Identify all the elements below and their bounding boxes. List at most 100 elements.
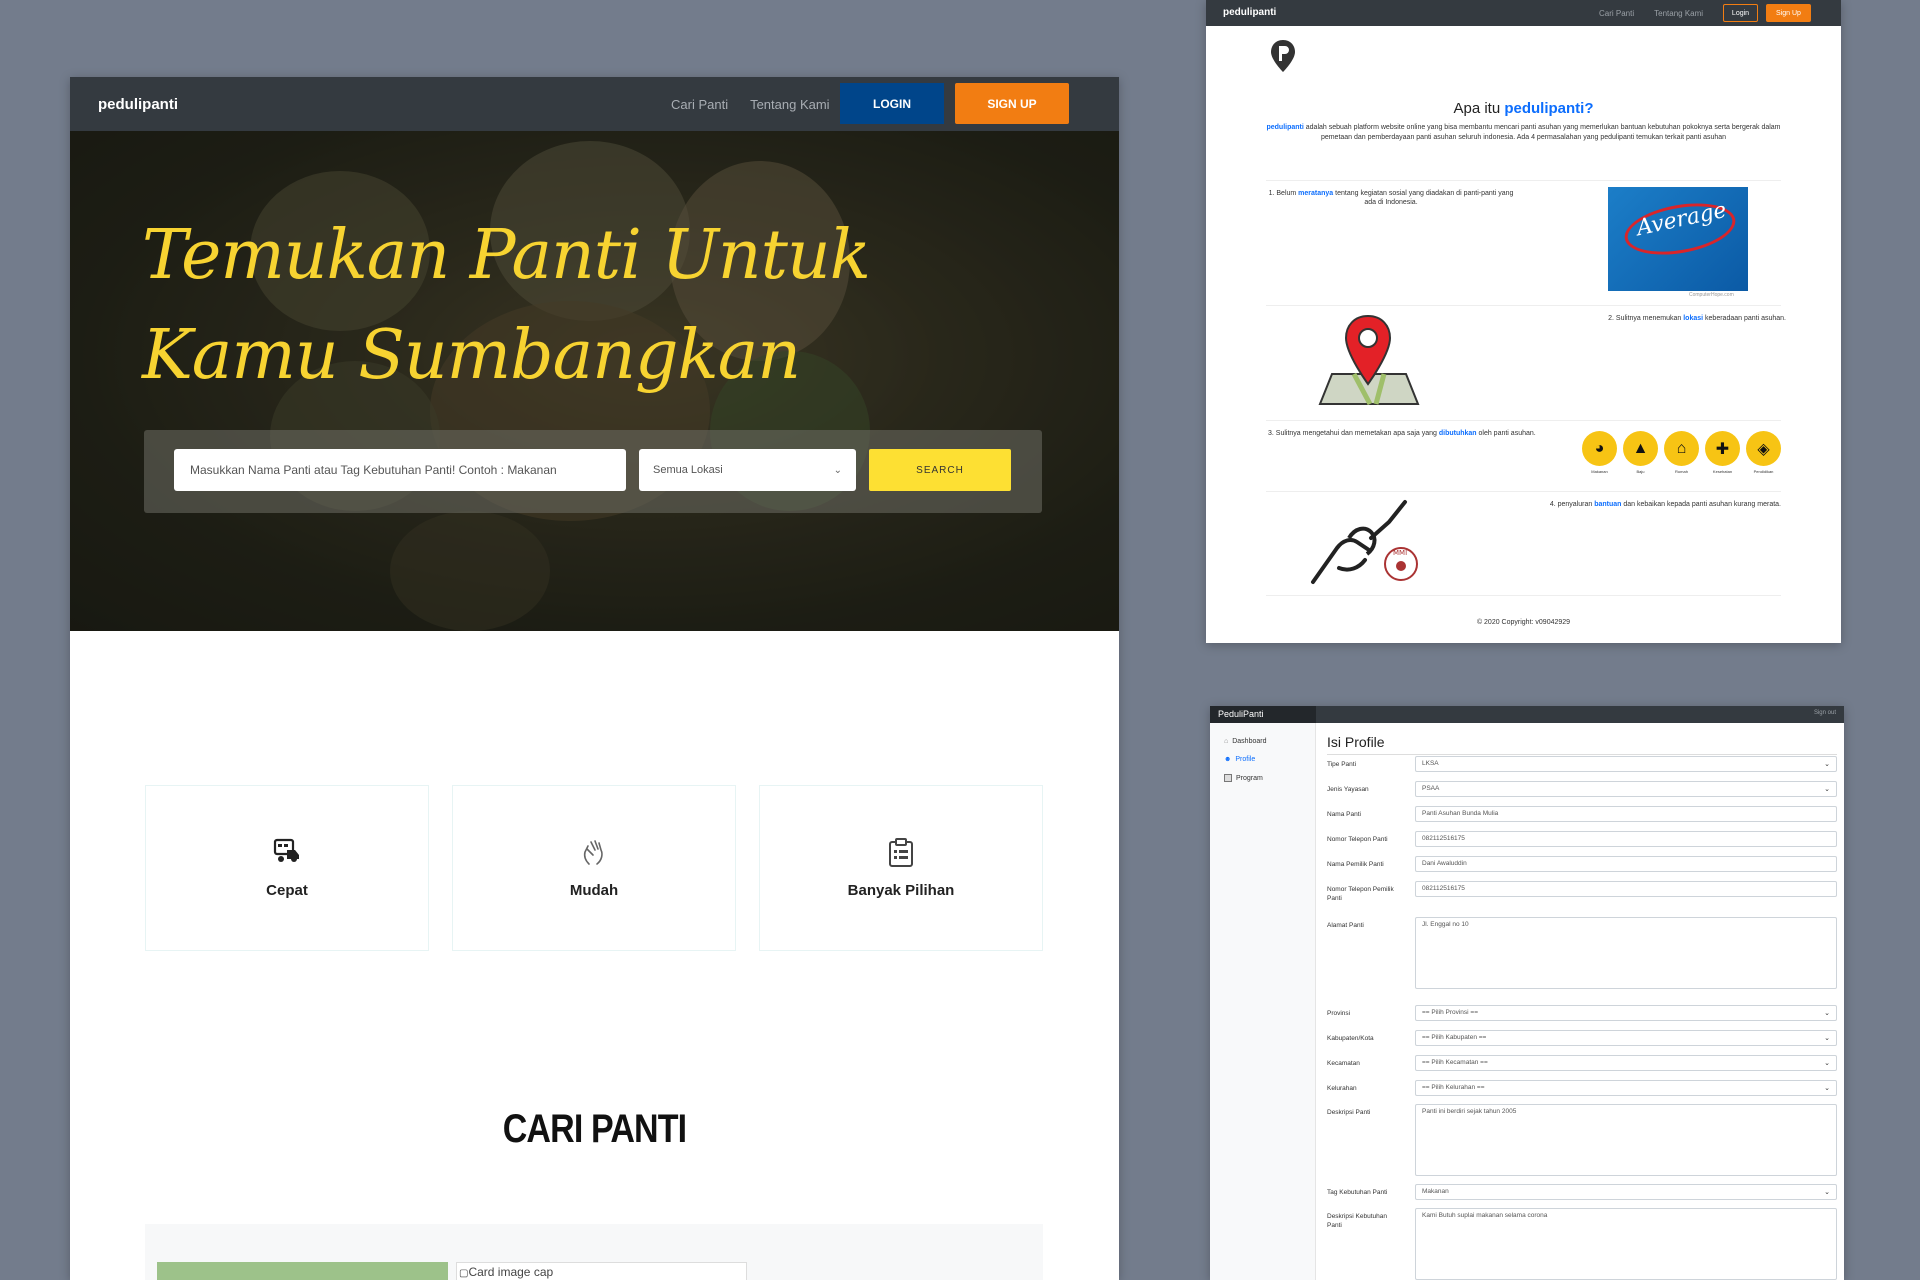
kecamatan-select[interactable]: == Pilih Kecamatan == ⌄ bbox=[1415, 1055, 1837, 1071]
search-button[interactable]: SEARCH bbox=[869, 449, 1011, 491]
problem-highlight: meratanya bbox=[1298, 190, 1334, 197]
landing-page-screenshot: pedulipanti Cari Panti Tentang Kami LOGI… bbox=[70, 77, 1119, 1280]
hero-title-line-1: Temukan Panti Untuk bbox=[142, 216, 871, 295]
nama-pemilik-panti-input[interactable]: Dani Awaluddin bbox=[1415, 856, 1837, 872]
sidebar-item-profile[interactable]: ☻ Profile bbox=[1224, 756, 1255, 763]
location-select[interactable]: Semua Lokasi ⌄ bbox=[639, 449, 856, 491]
nama-panti-input[interactable]: Panti Asuhan Bunda Mulia bbox=[1415, 806, 1837, 822]
problem-text: 2. Sulitnya menemukan bbox=[1608, 315, 1684, 322]
sidebar-item-label: Profile bbox=[1235, 756, 1256, 763]
navbar: PeduliPanti Sign out bbox=[1210, 706, 1844, 723]
deskripsi-panti-textarea[interactable]: Panti ini berdiri sejak tahun 2005 bbox=[1415, 1104, 1837, 1176]
medkit-icon: ✚ bbox=[1705, 431, 1740, 466]
problem-text: oleh panti asuhan. bbox=[1476, 430, 1536, 437]
nomor-telepon-pemilik-panti-input[interactable]: 082112516175 bbox=[1415, 881, 1837, 897]
field-value: Panti ini berdiri sejak tahun 2005 bbox=[1422, 1108, 1517, 1115]
problem-highlight: lokasi bbox=[1683, 315, 1704, 322]
navbar: pedulipanti Cari Panti Tentang Kami LOGI… bbox=[70, 77, 1119, 131]
sidebar-item-label: Program bbox=[1236, 774, 1263, 782]
tipe-panti-select[interactable]: LKSA ⌄ bbox=[1415, 756, 1837, 772]
field-label: Jenis Yayasan bbox=[1327, 786, 1369, 793]
about-title-brand: pedulipanti? bbox=[1504, 100, 1594, 117]
brand-logo[interactable]: pedulipanti bbox=[98, 96, 178, 113]
need-baju: ▲ Baju bbox=[1623, 431, 1658, 474]
login-button[interactable]: Login bbox=[1723, 4, 1758, 22]
field-label: Kecamatan bbox=[1327, 1060, 1360, 1067]
problem-text: 1. Belum bbox=[1268, 190, 1299, 197]
login-button[interactable]: LOGIN bbox=[840, 83, 944, 124]
house-icon: ⌂ bbox=[1664, 431, 1699, 466]
intro-brand: pedulipanti bbox=[1266, 124, 1304, 131]
problem-text: tentang kegiatan sosial yang diadakan di… bbox=[1333, 190, 1514, 206]
problem-text: keberadaan panti asuhan. bbox=[1703, 315, 1786, 322]
need-makanan: ◕ Makanan bbox=[1582, 431, 1617, 474]
sidebar: ⌂ Dashboard ☻ Profile Program bbox=[1210, 723, 1316, 1280]
problem-text: 3. Sulitnya mengetahui dan memetakan apa… bbox=[1268, 430, 1439, 437]
about-page-screenshot: pedulipanti Cari Panti Tentang Kami Logi… bbox=[1206, 0, 1841, 643]
nomor-telepon-panti-input[interactable]: 082112516175 bbox=[1415, 831, 1837, 847]
field-label: Nama Panti bbox=[1327, 811, 1361, 818]
section-title-cari-panti: CARI PANTI bbox=[502, 1107, 687, 1151]
need-pendidikan: ◈ Pendidikan bbox=[1746, 431, 1781, 474]
nav-link-tentang-kami[interactable]: Tentang Kami bbox=[1654, 9, 1703, 18]
jenis-yayasan-select[interactable]: PSAA ⌄ bbox=[1415, 781, 1837, 797]
page-title: Isi Profile bbox=[1327, 734, 1385, 750]
user-icon: ☻ bbox=[1224, 756, 1232, 763]
average-image: Average bbox=[1608, 187, 1748, 291]
nav-links: Cari Panti Tentang Kami bbox=[671, 77, 830, 131]
map-pin-logo-icon bbox=[1269, 38, 1297, 81]
hero-title-line-2: Kamu Sumbangkan bbox=[142, 316, 801, 395]
field-value: == Pilih Provinsi == bbox=[1422, 1009, 1479, 1016]
brand-logo[interactable]: PeduliPanti bbox=[1210, 706, 1316, 723]
panti-card-image-broken[interactable]: ▢Card image cap bbox=[456, 1262, 747, 1280]
map-location-icon bbox=[1314, 312, 1422, 415]
sidebar-item-program[interactable]: Program bbox=[1224, 774, 1263, 782]
sidebar-item-dashboard[interactable]: ⌂ Dashboard bbox=[1224, 738, 1266, 745]
search-input[interactable]: Masukkan Nama Panti atau Tag Kebutuhan P… bbox=[174, 449, 626, 491]
field-value: == Pilih Kecamatan == bbox=[1422, 1059, 1488, 1066]
field-label: Alamat Panti bbox=[1327, 922, 1364, 929]
about-title-prefix: Apa itu bbox=[1453, 100, 1505, 117]
handshake-icon: MMI bbox=[1309, 498, 1427, 593]
feature-card-mudah: Mudah bbox=[452, 785, 736, 951]
navbar: pedulipanti Cari Panti Tentang Kami Logi… bbox=[1206, 0, 1841, 26]
problem-item-2: 2. Sulitnya menemukan lokasi keberadaan … bbox=[1536, 314, 1786, 323]
alamat-panti-textarea[interactable]: Jl. Enggal no 10 bbox=[1415, 917, 1837, 989]
problem-item-4: 4. penyaluran bantuan dan kebaikan kepad… bbox=[1506, 500, 1781, 509]
sidebar-item-label: Dashboard bbox=[1232, 738, 1267, 745]
image-credit: ComputerHope.com bbox=[1689, 292, 1734, 298]
field-value: Kami Butuh suplai makanan selama corona bbox=[1422, 1212, 1548, 1219]
field-label: Tag Kebutuhan Panti bbox=[1327, 1189, 1388, 1196]
need-rumah: ⌂ Rumah bbox=[1664, 431, 1699, 474]
brand-logo[interactable]: pedulipanti bbox=[1223, 7, 1276, 18]
image-icon bbox=[1224, 774, 1232, 782]
problem-text: dan kebaikan kepada panti asuhan kurang … bbox=[1621, 501, 1781, 508]
feature-card-cepat: Cepat bbox=[145, 785, 429, 951]
nav-link-cari-panti[interactable]: Cari Panti bbox=[671, 97, 728, 112]
svg-text:MMI: MMI bbox=[1393, 549, 1407, 557]
bowl-icon: ◕ bbox=[1582, 431, 1617, 466]
signup-button[interactable]: SIGN UP bbox=[955, 83, 1069, 124]
profile-page-screenshot: PeduliPanti Sign out ⌂ Dashboard ☻ Profile… bbox=[1210, 706, 1844, 1280]
nav-link-tentang-kami[interactable]: Tentang Kami bbox=[750, 97, 830, 112]
about-intro: pedulipanti adalah sebuah platform websi… bbox=[1266, 123, 1781, 143]
kabupaten-kota-select[interactable]: == Pilih Kabupaten == ⌄ bbox=[1415, 1030, 1837, 1046]
signout-link[interactable]: Sign out bbox=[1814, 710, 1836, 716]
panti-card-image[interactable] bbox=[157, 1262, 448, 1280]
kelurahan-select[interactable]: == Pilih Kelurahan == ⌄ bbox=[1415, 1080, 1837, 1096]
tag-kebutuhan-panti-select[interactable]: Makanan ⌄ bbox=[1415, 1184, 1837, 1200]
signup-button[interactable]: Sign Up bbox=[1766, 4, 1811, 22]
field-value: == Pilih Kabupaten == bbox=[1422, 1034, 1487, 1041]
provinsi-select[interactable]: == Pilih Provinsi == ⌄ bbox=[1415, 1005, 1837, 1021]
chevron-down-icon: ⌄ bbox=[1824, 1085, 1830, 1092]
problem-text: 4. penyaluran bbox=[1549, 501, 1595, 508]
need-label: Rumah bbox=[1675, 469, 1688, 474]
feature-card-banyak-pilihan: Banyak Pilihan bbox=[759, 785, 1043, 951]
deskripsi-kebutuhan-panti-textarea[interactable]: Kami Butuh suplai makanan selama corona bbox=[1415, 1208, 1837, 1280]
intro-text: adalah sebuah platform website online ya… bbox=[1303, 124, 1781, 141]
divider bbox=[1266, 305, 1781, 306]
nav-links: Cari Panti Tentang Kami bbox=[1599, 0, 1703, 26]
nav-link-cari-panti[interactable]: Cari Panti bbox=[1599, 9, 1634, 18]
field-label: Nama Pemilik Panti bbox=[1327, 861, 1384, 868]
search-panel: Masukkan Nama Panti atau Tag Kebutuhan P… bbox=[144, 430, 1042, 513]
